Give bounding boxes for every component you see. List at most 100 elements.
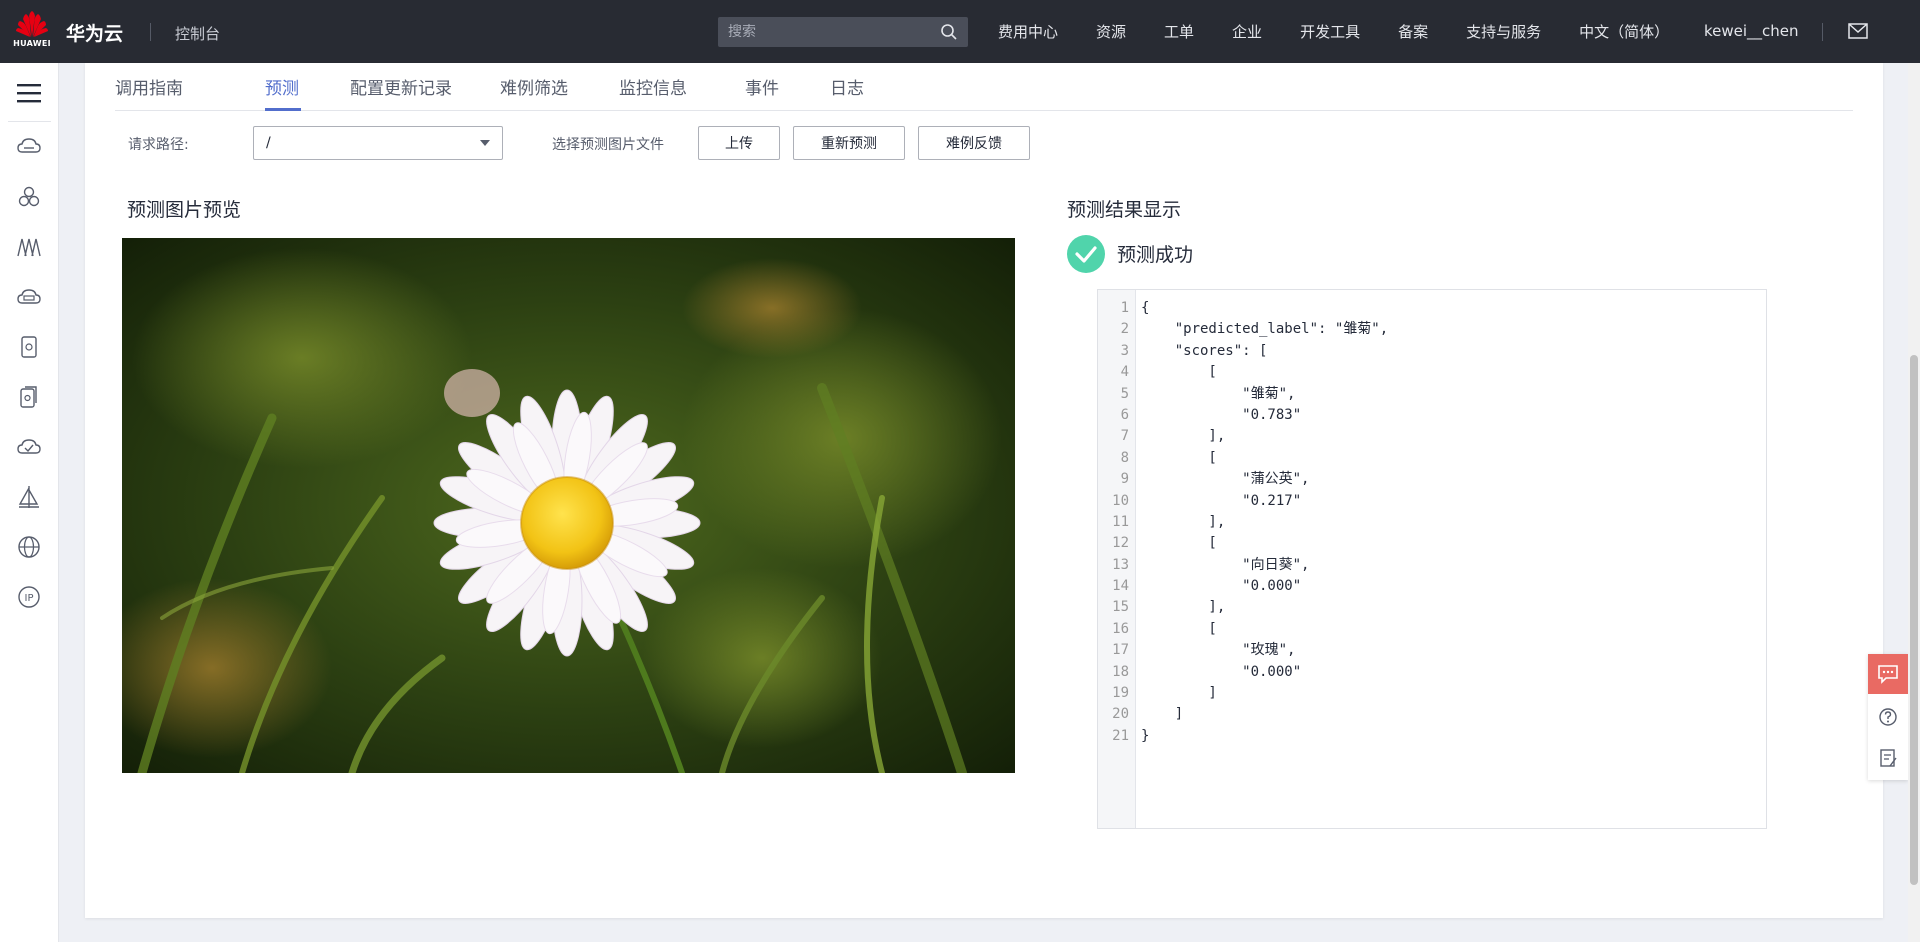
- code-line: }: [1141, 727, 1150, 744]
- code-line: ]: [1141, 706, 1184, 723]
- line-number: 9: [1120, 471, 1129, 488]
- line-number: 21: [1112, 727, 1129, 744]
- code-body: { "predicted_label": "雏菊", "scores": [ […: [1136, 290, 1388, 828]
- tab-hard-case-filter[interactable]: 难例筛选: [500, 74, 568, 99]
- floating-tools: [1868, 654, 1908, 780]
- help-icon: [1879, 708, 1897, 726]
- nav-language[interactable]: 中文（简体）: [1579, 21, 1669, 42]
- line-number: 14: [1112, 578, 1129, 595]
- nav-support[interactable]: 支持与服务: [1466, 21, 1541, 42]
- code-line: "predicted_label": "雏菊",: [1141, 321, 1389, 338]
- code-line: ]: [1141, 685, 1217, 702]
- file-select-label: 选择预测图片文件: [552, 137, 664, 153]
- tab-monitoring[interactable]: 监控信息: [619, 74, 687, 99]
- huawei-logo-icon: [16, 11, 48, 37]
- mail-icon[interactable]: [1848, 22, 1868, 40]
- globe-icon[interactable]: [16, 534, 42, 560]
- code-line: [: [1141, 364, 1217, 381]
- nav-enterprise[interactable]: 企业: [1232, 21, 1262, 42]
- code-line: {: [1141, 300, 1150, 316]
- feedback-button[interactable]: [1868, 738, 1908, 778]
- menu-icon[interactable]: [16, 81, 42, 105]
- tab-events[interactable]: 事件: [745, 74, 779, 99]
- huawei-logo[interactable]: HUAWEI: [12, 10, 52, 54]
- active-tab-indicator: [265, 108, 301, 111]
- request-path-label: 请求路径:: [128, 137, 189, 153]
- code-line: "雏菊",: [1141, 385, 1296, 402]
- search-icon[interactable]: [940, 23, 958, 41]
- top-nav: 费用中心 资源 工单 企业 开发工具 备案 支持与服务 中文（简体）: [998, 0, 1707, 63]
- cloud-sync-icon[interactable]: [16, 434, 42, 460]
- database-icon[interactable]: [16, 334, 42, 360]
- line-number: 2: [1120, 321, 1129, 338]
- console-link[interactable]: 控制台: [175, 23, 220, 44]
- logo-text: HUAWEI: [13, 39, 51, 48]
- chat-icon: [1878, 665, 1898, 684]
- topbar-divider: [1822, 23, 1823, 41]
- cluster-icon[interactable]: [16, 184, 42, 210]
- line-number: 12: [1112, 535, 1129, 552]
- result-code-editor[interactable]: 1 2 3 4 5 6 7 8 9 10 11 12 13 14 15 16 17 18 19 20 21 { "pre…: [1097, 289, 1767, 829]
- svg-text:IP: IP: [25, 593, 34, 604]
- line-number: 20: [1112, 706, 1129, 723]
- search-input[interactable]: [728, 24, 940, 40]
- code-line: "0.000": [1141, 578, 1302, 595]
- tab-logs[interactable]: 日志: [830, 74, 864, 99]
- brand-name[interactable]: 华为云: [66, 19, 123, 46]
- hard-case-feedback-button[interactable]: 难例反馈: [918, 126, 1030, 160]
- page-scrollbar[interactable]: [1908, 63, 1920, 942]
- nav-dev-tools[interactable]: 开发工具: [1300, 21, 1360, 42]
- ai-icon[interactable]: [16, 484, 42, 510]
- sidebar-divider: [8, 121, 51, 122]
- upload-button[interactable]: 上传: [698, 126, 780, 160]
- nav-resources[interactable]: 资源: [1096, 21, 1126, 42]
- line-number: 19: [1112, 685, 1129, 702]
- chevron-down-icon: [480, 140, 490, 146]
- tab-predict[interactable]: 预测: [265, 74, 299, 99]
- line-number: 10: [1112, 492, 1129, 509]
- main-card: 调用指南 预测 配置更新记录 难例筛选 监控信息 事件 日志 请求路径: / 选…: [85, 63, 1883, 918]
- code-line: [: [1141, 620, 1217, 637]
- line-number: 18: [1112, 663, 1129, 680]
- code-line: "0.000": [1141, 663, 1302, 680]
- search-box[interactable]: [718, 17, 968, 47]
- code-line: "0.783": [1141, 406, 1302, 423]
- code-line: "0.217": [1141, 492, 1302, 509]
- preview-image: [122, 238, 1015, 773]
- code-line: "玫瑰",: [1141, 642, 1296, 659]
- line-number: 16: [1112, 620, 1129, 637]
- line-number: 5: [1120, 385, 1129, 402]
- daisy-image: [122, 238, 1015, 773]
- scrollbar-thumb[interactable]: [1910, 355, 1918, 885]
- line-number: 6: [1120, 406, 1129, 423]
- nav-icp[interactable]: 备案: [1398, 21, 1428, 42]
- request-path-value: /: [266, 135, 271, 151]
- top-bar: HUAWEI 华为云 控制台 费用中心 资源 工单 企业 开发工具 备案 支持与…: [0, 0, 1920, 63]
- help-button[interactable]: [1868, 697, 1908, 737]
- topbar-divider: [150, 23, 151, 41]
- nav-billing[interactable]: 费用中心: [998, 21, 1058, 42]
- line-number: 7: [1120, 428, 1129, 445]
- rds-icon[interactable]: [16, 384, 42, 410]
- line-number: 11: [1112, 513, 1129, 530]
- tab-call-guide[interactable]: 调用指南: [115, 74, 183, 99]
- nav-tickets[interactable]: 工单: [1164, 21, 1194, 42]
- cloud-server-icon[interactable]: [16, 134, 42, 160]
- code-line: ],: [1141, 428, 1226, 445]
- code-line: ],: [1141, 599, 1226, 616]
- username[interactable]: kewei__chen: [1704, 22, 1799, 40]
- request-path-select[interactable]: /: [253, 126, 503, 160]
- code-line: ],: [1141, 513, 1226, 530]
- cloud-storage-icon[interactable]: [16, 284, 42, 310]
- chat-button[interactable]: [1868, 654, 1908, 694]
- line-number: 4: [1120, 364, 1129, 381]
- line-number: 1: [1120, 300, 1129, 316]
- repredict-button[interactable]: 重新预测: [793, 126, 905, 160]
- left-sidebar: IP: [0, 63, 59, 942]
- line-number: 3: [1120, 342, 1129, 359]
- code-line: "scores": [: [1141, 342, 1268, 359]
- code-line: "向日葵",: [1141, 556, 1310, 573]
- tab-config-history[interactable]: 配置更新记录: [350, 74, 452, 99]
- ip-icon[interactable]: IP: [16, 584, 42, 610]
- network-icon[interactable]: [16, 234, 42, 260]
